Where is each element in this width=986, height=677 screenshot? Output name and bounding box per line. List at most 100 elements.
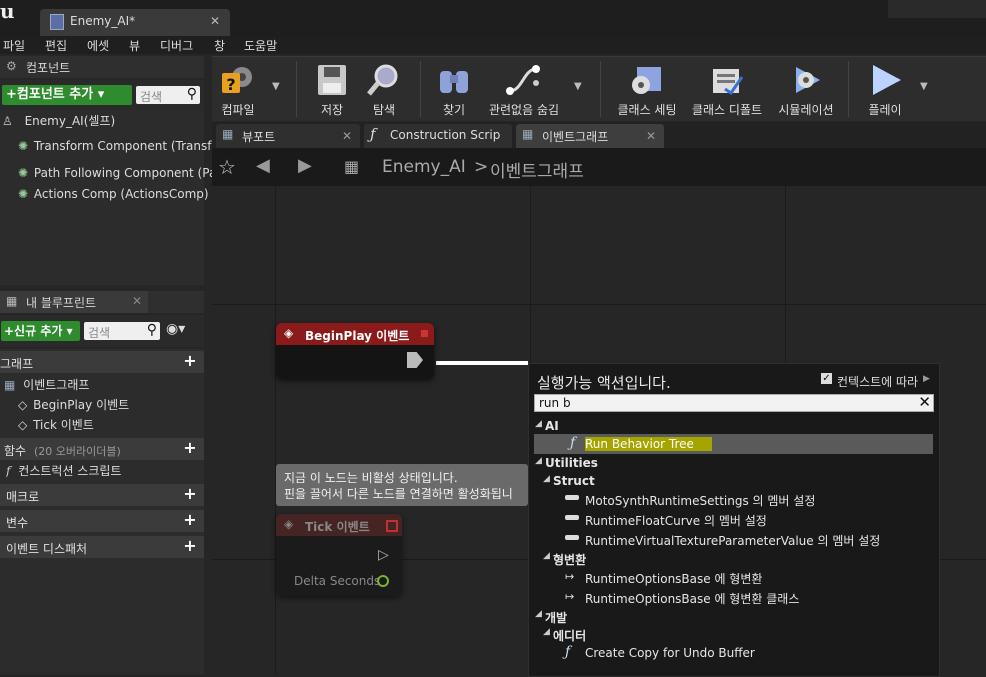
beginplay-event-node[interactable]: ◈ BeginPlay 이벤트: [276, 323, 434, 379]
my-blueprint-tree: 그래프 + ▦ 이벤트그래프 ◇ BeginPlay 이벤트 ◇ Tick 이벤…: [0, 349, 204, 675]
delegate-pin-icon[interactable]: [386, 520, 398, 532]
visibility-eye-icon[interactable]: ◉▾: [166, 321, 185, 337]
menu-debug[interactable]: 디버그: [160, 37, 193, 54]
actor-icon: ♙: [2, 114, 13, 128]
add-component-button[interactable]: +컴포넌트 추가 ▾: [2, 85, 132, 105]
class-settings-button[interactable]: 클래스 세팅: [614, 57, 680, 119]
document-tab[interactable]: Enemy_AI* ✕: [40, 9, 230, 36]
action-item[interactable]: ƒ Run Behavior Tree: [534, 434, 933, 454]
add-macro-icon[interactable]: +: [182, 486, 198, 502]
favorite-star-icon[interactable]: ☆: [218, 155, 236, 179]
expand-arrow-icon[interactable]: ◢: [535, 609, 542, 619]
component-item-transform[interactable]: ✺ Transform Component (Transf: [18, 139, 212, 157]
section-macros[interactable]: 매크로 +: [0, 484, 204, 506]
action-label: RuntimeOptionsBase 에 형변환: [585, 572, 763, 586]
expand-arrow-icon[interactable]: ◢: [543, 474, 550, 484]
action-item[interactable]: ƒ Create Copy for Undo Buffer: [529, 643, 939, 663]
action-category[interactable]: ◢ 개발: [529, 606, 939, 626]
menu-bar: 파일 편집 에셋 뷰 디버그 창 도움말: [0, 36, 986, 54]
action-item[interactable]: ↦ RuntimeOptionsBase 에 형변환: [529, 567, 939, 587]
add-dispatcher-icon[interactable]: +: [182, 538, 198, 554]
class-defaults-button[interactable]: 클래스 디폴트: [688, 57, 766, 119]
tab-viewport[interactable]: ▦ 뷰포트 ✕: [216, 124, 360, 148]
play-button[interactable]: 플레이: [860, 57, 910, 119]
action-category[interactable]: ◢ Struct: [529, 471, 939, 491]
component-item-path-following[interactable]: ✺ Path Following Component (Pa: [18, 166, 216, 184]
section-graph[interactable]: 그래프 +: [0, 351, 204, 373]
close-icon[interactable]: ✕: [132, 294, 142, 308]
new-add-button[interactable]: +신규 추가 ▾: [1, 321, 80, 341]
compile-button[interactable]: ? 컴파일: [212, 57, 264, 119]
graph-item-beginplay[interactable]: ◇ BeginPlay 이벤트: [18, 396, 129, 414]
action-category[interactable]: ◢ 형변환: [529, 548, 939, 568]
menu-asset[interactable]: 에셋: [87, 37, 109, 54]
find-button[interactable]: 찾기: [432, 57, 476, 119]
blueprint-search-input[interactable]: 검색 ⚲: [84, 322, 160, 340]
expand-arrow-icon[interactable]: ◢: [535, 456, 542, 466]
exec-output-pin-icon[interactable]: ▷: [378, 547, 389, 563]
float-output-pin-icon[interactable]: [377, 575, 389, 587]
magnifier-icon: [367, 64, 398, 96]
action-category[interactable]: ◢ AI: [529, 416, 939, 436]
back-arrow-icon[interactable]: ◀: [256, 155, 270, 176]
action-item[interactable]: RuntimeVirtualTextureParameterValue 의 멤버…: [529, 529, 939, 549]
graph-item-tick[interactable]: ◇ Tick 이벤트: [18, 416, 94, 434]
component-item-actions[interactable]: ✺ Actions Comp (ActionsComp) (: [18, 187, 217, 205]
add-variable-icon[interactable]: +: [182, 512, 198, 528]
window-controls[interactable]: [888, 0, 986, 18]
menu-edit[interactable]: 편집: [45, 37, 67, 54]
graph-item-eventgraph[interactable]: ▦ 이벤트그래프: [4, 376, 89, 394]
action-category[interactable]: ◢ 에디터: [529, 624, 939, 644]
browse-button[interactable]: 탐색: [362, 57, 406, 119]
save-icon: [318, 65, 346, 95]
my-blueprint-tab[interactable]: ▦ 내 블루프린트 ✕: [0, 291, 148, 313]
action-item[interactable]: RuntimeFloatCurve 의 멤버 설정: [529, 509, 939, 529]
close-icon[interactable]: ✕: [342, 129, 352, 143]
close-icon[interactable]: ✕: [646, 129, 656, 143]
toolbar-separator: [420, 61, 421, 117]
tick-event-node[interactable]: ◈ Tick 이벤트 ▷ Delta Seconds: [276, 514, 402, 596]
section-variables[interactable]: 변수 +: [0, 510, 204, 532]
menu-help[interactable]: 도움말: [244, 37, 277, 54]
action-item[interactable]: ↦ RuntimeOptionsBase 에 형변환 클래스: [529, 587, 939, 607]
exec-output-pin-icon[interactable]: [407, 352, 423, 368]
action-search-input[interactable]: run b ✕: [534, 393, 934, 412]
add-function-icon[interactable]: +: [182, 440, 198, 456]
compile-options-chevron-icon[interactable]: ▼: [272, 81, 280, 92]
forward-arrow-icon[interactable]: ▶: [298, 155, 312, 176]
function-item-construction[interactable]: ƒ 컨스트럭션 스크립트: [6, 462, 121, 480]
component-item-self[interactable]: ♙ Enemy_AI(셀프): [2, 112, 115, 130]
delegate-pin-icon[interactable]: [421, 330, 428, 337]
tab-construction-script[interactable]: ƒ Construction Scrip: [364, 124, 512, 148]
expand-arrow-icon[interactable]: ◢: [543, 627, 550, 637]
hide-unrelated-button[interactable]: 관련없음 숨김: [486, 57, 562, 119]
simulation-icon: [796, 67, 820, 93]
clear-search-icon[interactable]: ✕: [918, 393, 931, 411]
action-label: RuntimeOptionsBase 에 형변환 클래스: [585, 592, 800, 606]
breadcrumb-root[interactable]: Enemy_AI: [382, 157, 466, 177]
toolbar-separator: [296, 61, 297, 117]
close-tab-icon[interactable]: ✕: [210, 14, 220, 28]
components-toolbar: +컴포넌트 추가 ▾ 검색 ⚲: [0, 80, 204, 110]
cast-icon: ↦: [565, 590, 575, 603]
menu-view[interactable]: 뷰: [129, 37, 140, 54]
play-options-chevron-icon[interactable]: ▼: [920, 81, 928, 92]
add-graph-icon[interactable]: +: [182, 353, 198, 369]
menu-window[interactable]: 창: [214, 37, 225, 54]
section-event-dispatchers[interactable]: 이벤트 디스패처 +: [0, 536, 204, 558]
action-category[interactable]: ◢ Utilities: [529, 453, 939, 473]
hide-unrelated-options-chevron-icon[interactable]: ▼: [574, 81, 582, 92]
tab-eventgraph[interactable]: ▦ 이벤트그래프 ✕: [516, 124, 664, 148]
simulation-button[interactable]: 시뮬레이션: [774, 57, 838, 119]
expand-arrow-icon[interactable]: ◢: [543, 551, 550, 561]
action-context-menu: 실행가능 액션입니다. ✓ 컨텍스트에 따라 ▶ run b ✕ ◢ AI ƒ Run…: [528, 363, 940, 677]
menu-file[interactable]: 파일: [3, 37, 25, 54]
chevron-right-icon[interactable]: ▶: [923, 374, 930, 384]
expand-arrow-icon[interactable]: ◢: [535, 419, 542, 429]
class-defaults-icon: [713, 69, 744, 96]
section-functions[interactable]: 함수 (20 오버라이더블) +: [0, 438, 204, 460]
component-search-input[interactable]: 검색 ⚲: [136, 86, 200, 104]
action-item[interactable]: MotoSynthRuntimeSettings 의 멤버 설정: [529, 489, 939, 509]
save-button[interactable]: 저장: [310, 57, 354, 119]
context-sensitive-checkbox[interactable]: ✓: [821, 373, 832, 384]
